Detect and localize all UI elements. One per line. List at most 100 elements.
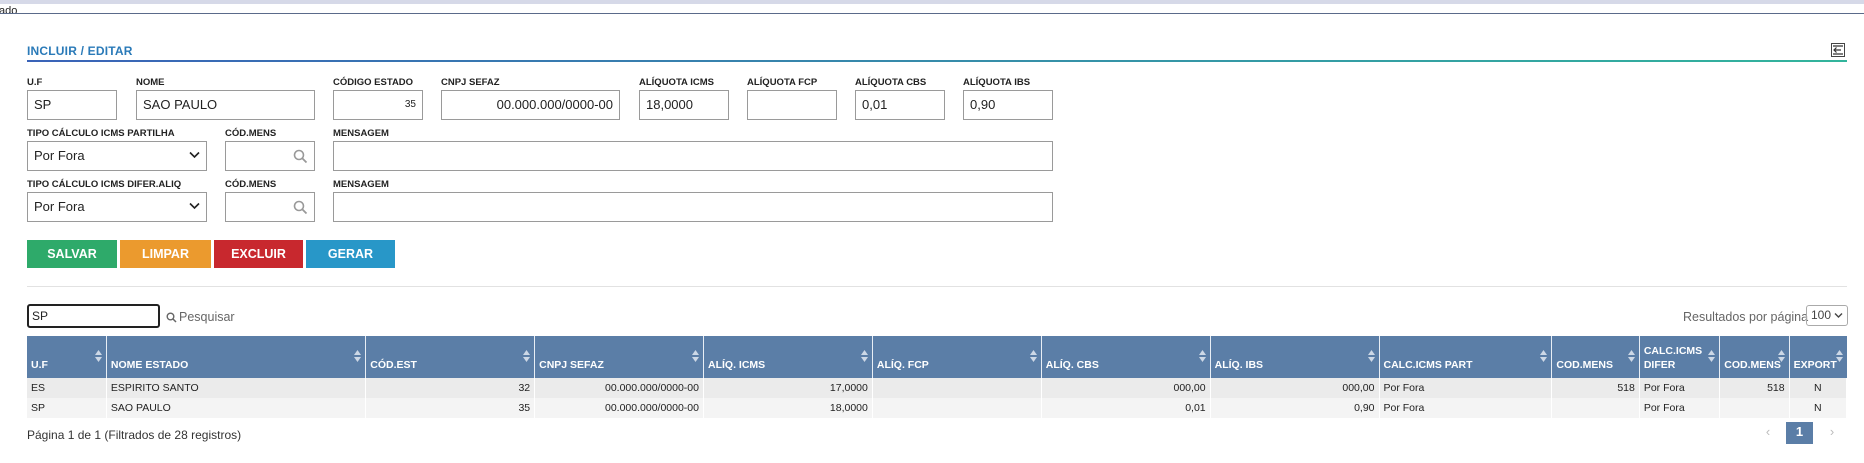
sort-icon <box>1627 350 1635 362</box>
mensagem-2-label: MENSAGEM <box>333 179 389 190</box>
cell-cbs: 000,00 <box>1041 378 1211 398</box>
col-header-fcp-label: ALÍQ. FCP <box>876 359 929 371</box>
col-header-export-label: EXPORT <box>1793 359 1837 371</box>
excluir-button[interactable]: EXCLUIR <box>214 240 303 268</box>
col-header-nome[interactable]: NOME ESTADO <box>106 336 367 378</box>
cell-ibs: 000,00 <box>1210 378 1380 398</box>
top-bar <box>0 0 1864 4</box>
cell-export: N <box>1789 398 1848 418</box>
tipo-difer-value: Por Fora <box>34 199 85 214</box>
cell-fcp <box>872 378 1042 398</box>
cell-cod-mens: 518 <box>1551 378 1640 398</box>
search-icon <box>166 312 177 323</box>
cell-cod-mens-2: 518 <box>1719 378 1790 398</box>
chevron-down-icon <box>189 202 200 210</box>
cell-cod-mens-2 <box>1719 398 1790 418</box>
aliquota-fcp-input[interactable] <box>747 90 837 120</box>
table-row[interactable]: ES ESPIRITO SANTO 32 00.000.000/0000-00 … <box>27 378 1848 398</box>
aliquota-cbs-label: ALÍQUOTA CBS <box>855 77 927 88</box>
cell-uf: SP <box>27 398 107 418</box>
cell-ibs: 0,90 <box>1210 398 1380 418</box>
aliquota-fcp-label: ALÍQUOTA FCP <box>747 77 818 88</box>
next-page-button[interactable]: › <box>1817 422 1847 444</box>
col-header-cod-mens-2-label: COD.MENS <box>1724 359 1781 371</box>
page-size-value: 100 <box>1811 308 1832 322</box>
cell-nome: SAO PAULO <box>106 398 367 418</box>
cnpj-sefaz-input[interactable]: 00.000.000/0000-00 <box>441 90 620 120</box>
aliquota-cbs-input[interactable]: 0,01 <box>855 90 945 120</box>
table-header-row: U.F NOME ESTADO CÓD.EST CNPJ SEFAZ ALÍQ.… <box>27 336 1847 378</box>
section-underline <box>27 60 1847 62</box>
salvar-button[interactable]: SALVAR <box>27 240 117 268</box>
col-header-icms[interactable]: ALÍQ. ICMS <box>703 336 873 378</box>
cod-mens-2-input[interactable] <box>225 192 315 222</box>
section-divider <box>27 286 1847 287</box>
col-header-fcp[interactable]: ALÍQ. FCP <box>872 336 1042 378</box>
cell-calc-part: Por Fora <box>1379 398 1553 418</box>
cnpj-sefaz-label: CNPJ SEFAZ <box>441 77 500 88</box>
col-header-nome-label: NOME ESTADO <box>110 359 189 371</box>
aliquota-ibs-label: ALÍQUOTA IBS <box>963 77 1031 88</box>
mensagem-2-input[interactable] <box>333 192 1053 222</box>
cell-cbs: 0,01 <box>1041 398 1211 418</box>
col-header-cod-est[interactable]: CÓD.EST <box>365 336 536 378</box>
col-header-cnpj[interactable]: CNPJ SEFAZ <box>534 336 704 378</box>
nome-input[interactable]: SAO PAULO <box>136 90 315 120</box>
aliquota-ibs-input[interactable]: 0,90 <box>963 90 1053 120</box>
pesquisar-link[interactable]: Pesquisar <box>166 310 235 324</box>
cell-calc-part: Por Fora <box>1379 378 1553 398</box>
chevron-down-icon <box>1834 313 1843 318</box>
col-header-ibs[interactable]: ALÍQ. IBS <box>1210 336 1380 378</box>
col-header-calc-difer[interactable]: CALC.ICMS DIFER <box>1639 336 1721 378</box>
sort-icon <box>1540 350 1548 362</box>
sort-icon <box>523 350 531 362</box>
sort-icon <box>692 350 699 362</box>
collapse-icon[interactable] <box>1831 43 1845 57</box>
mensagem-1-label: MENSAGEM <box>333 128 389 139</box>
col-header-uf[interactable]: U.F <box>27 336 107 378</box>
sort-icon <box>1029 350 1037 362</box>
codigo-estado-label: CÓDIGO ESTADO <box>333 77 414 88</box>
table-search-input[interactable]: SP <box>27 304 160 328</box>
tipo-partilha-label: TIPO CÁLCULO ICMS PARTILHA <box>27 128 175 139</box>
uf-input[interactable]: SP <box>27 90 117 120</box>
tipo-difer-select[interactable]: Por Fora <box>27 192 207 222</box>
col-header-ibs-label: ALÍQ. IBS <box>1214 359 1264 371</box>
col-header-cod-mens-label: COD.MENS <box>1556 359 1613 371</box>
col-header-cod-mens-2[interactable]: COD.MENS <box>1719 336 1790 378</box>
table-row[interactable]: SP SAO PAULO 35 00.000.000/0000-00 18,00… <box>27 398 1848 418</box>
prev-page-button[interactable]: ‹ <box>1753 422 1783 444</box>
sort-icon <box>1777 350 1785 362</box>
sort-icon <box>1198 350 1206 362</box>
cod-mens-1-label: CÓD.MENS <box>225 128 277 139</box>
cell-icms: 17,0000 <box>703 378 873 398</box>
col-header-cbs[interactable]: ALÍQ. CBS <box>1041 336 1211 378</box>
cell-nome: ESPIRITO SANTO <box>106 378 367 398</box>
aliquota-icms-label: ALÍQUOTA ICMS <box>639 77 714 88</box>
results-per-page-label: Resultados por página <box>1683 310 1809 324</box>
codigo-estado-input[interactable]: 35 <box>333 90 423 120</box>
search-icon[interactable] <box>293 149 308 164</box>
gerar-excel-button[interactable]: GERAR EXCEL <box>306 240 395 289</box>
aliquota-icms-input[interactable]: 18,0000 <box>639 90 729 120</box>
mensagem-1-input[interactable] <box>333 141 1053 171</box>
cell-cnpj: 00.000.000/0000-00 <box>534 378 704 398</box>
sort-icon <box>1708 350 1716 362</box>
cell-cod-est: 32 <box>365 378 536 398</box>
search-icon[interactable] <box>293 200 308 215</box>
col-header-export[interactable]: EXPORT <box>1789 336 1847 378</box>
col-header-calc-part-label: CALC.ICMS PART <box>1383 359 1473 371</box>
cell-cod-mens <box>1551 398 1640 418</box>
col-header-calc-part[interactable]: CALC.ICMS PART <box>1379 336 1553 378</box>
limpar-button[interactable]: LIMPAR <box>120 240 211 268</box>
uf-label: U.F <box>27 77 43 88</box>
page-size-select[interactable]: 100 <box>1806 305 1848 326</box>
page-number-button[interactable]: 1 <box>1786 422 1813 444</box>
sort-icon <box>1367 350 1375 362</box>
col-header-cod-mens[interactable]: COD.MENS <box>1551 336 1640 378</box>
section-title: INCLUIR / EDITAR <box>27 44 133 58</box>
cod-mens-1-input[interactable] <box>225 141 315 171</box>
nome-label: NOME <box>136 77 165 88</box>
tipo-partilha-select[interactable]: Por Fora <box>27 141 207 171</box>
sort-icon <box>860 350 868 362</box>
